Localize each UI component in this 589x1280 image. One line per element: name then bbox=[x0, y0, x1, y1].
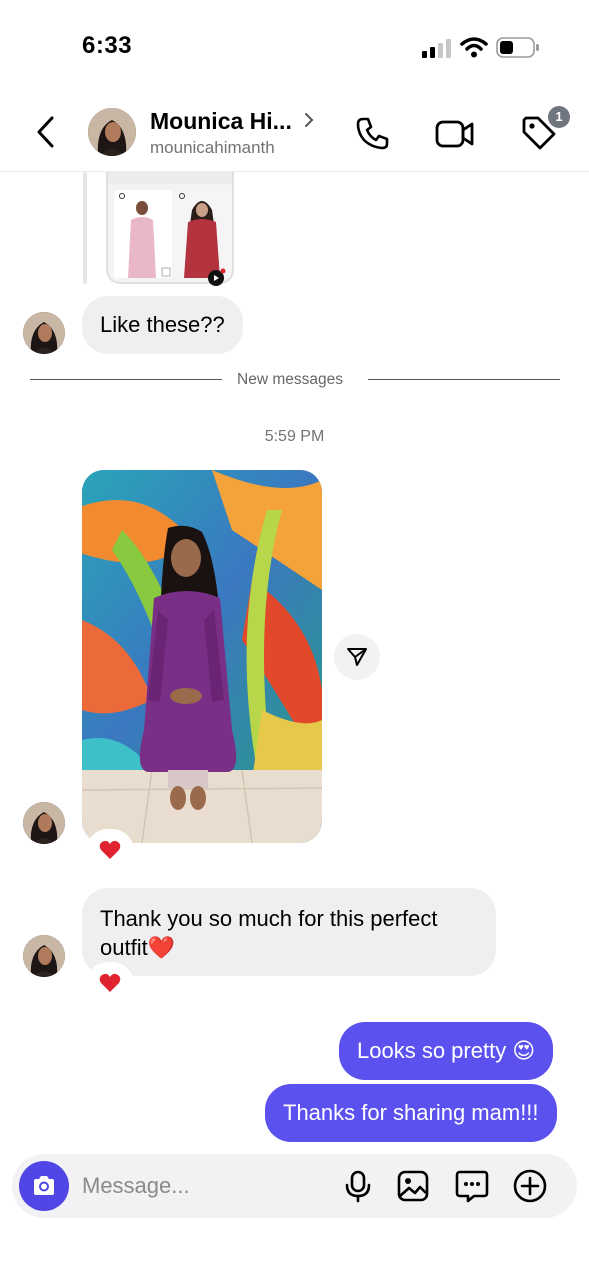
new-messages-label: New messages bbox=[237, 371, 343, 388]
camera-icon bbox=[34, 1176, 54, 1195]
incoming-message[interactable]: Thank you so much for this perfect outfi… bbox=[82, 888, 496, 976]
chevron-right-icon[interactable] bbox=[302, 110, 316, 130]
contact-avatar[interactable] bbox=[88, 108, 136, 156]
heart-icon bbox=[99, 973, 121, 992]
message-text: Like these?? bbox=[100, 312, 225, 337]
message-text: Looks so pretty 😍 bbox=[357, 1038, 536, 1063]
wifi-icon bbox=[460, 37, 488, 58]
contact-username[interactable]: mounicahimanth bbox=[150, 138, 275, 158]
product-card bbox=[174, 190, 232, 278]
reel-icon bbox=[208, 268, 226, 286]
sender-avatar[interactable] bbox=[23, 802, 65, 844]
sticker-icon[interactable] bbox=[454, 1168, 490, 1204]
sender-avatar[interactable] bbox=[23, 935, 65, 977]
message-input[interactable] bbox=[82, 1170, 322, 1202]
phone-icon[interactable] bbox=[354, 114, 392, 152]
divider-line bbox=[30, 379, 222, 380]
product-card bbox=[114, 190, 172, 278]
video-camera-icon[interactable] bbox=[434, 114, 476, 152]
gallery-icon[interactable] bbox=[395, 1168, 431, 1204]
back-chevron-icon[interactable] bbox=[30, 112, 62, 152]
photo-message[interactable] bbox=[82, 470, 322, 843]
divider-line bbox=[368, 379, 560, 380]
status-time: 6:33 bbox=[82, 32, 133, 59]
share-button[interactable] bbox=[334, 634, 380, 680]
sender-avatar[interactable] bbox=[23, 312, 65, 354]
heart-icon bbox=[99, 840, 121, 859]
cellular-signal-icon bbox=[422, 39, 451, 58]
message-timestamp: 5:59 PM bbox=[264, 428, 325, 445]
message-text: Thank you so much for this perfect outfi… bbox=[100, 906, 438, 960]
incoming-message[interactable]: Like these?? bbox=[82, 296, 243, 354]
heart-reaction[interactable] bbox=[89, 832, 131, 870]
chat-header: Mounica Hi... mounicahimanth bbox=[0, 96, 589, 172]
notification-badge: 1 bbox=[548, 106, 570, 128]
microphone-icon[interactable] bbox=[340, 1168, 376, 1204]
message-text: Thanks for sharing mam!!! bbox=[283, 1100, 539, 1125]
battery-icon bbox=[496, 37, 539, 58]
heart-reaction[interactable] bbox=[89, 965, 131, 1003]
outgoing-message[interactable]: Thanks for sharing mam!!! bbox=[265, 1084, 557, 1142]
contact-name[interactable]: Mounica Hi... bbox=[150, 108, 292, 135]
plus-icon[interactable] bbox=[512, 1168, 548, 1204]
camera-button[interactable] bbox=[19, 1161, 69, 1211]
reply-indicator-bar bbox=[83, 172, 87, 284]
outgoing-message[interactable]: Looks so pretty 😍 bbox=[339, 1022, 554, 1080]
status-bar: 6:33 bbox=[0, 0, 589, 96]
send-icon bbox=[347, 648, 367, 666]
